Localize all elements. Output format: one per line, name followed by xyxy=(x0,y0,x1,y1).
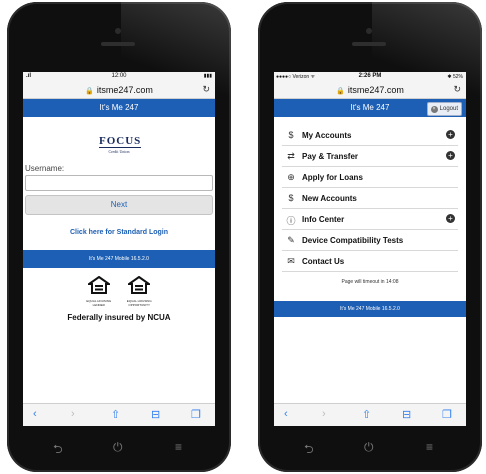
back-key-icon[interactable]: ⮌ xyxy=(53,440,63,461)
android-nav-keys: ⮌ ⏻ ≡ xyxy=(258,440,482,460)
session-timeout-text: Page will timeout in 14:08 xyxy=(341,279,399,285)
share-icon[interactable]: ⇧ xyxy=(111,408,120,421)
lock-icon: 🔒 xyxy=(85,88,94,95)
equal-housing-lender-logo: EQUAL HOUSING LENDER xyxy=(82,275,116,307)
contact-icon: ✉ xyxy=(287,256,295,266)
wrench-icon: ✎ xyxy=(287,235,295,245)
reload-icon[interactable]: ↻ xyxy=(453,84,461,95)
browser-toolbar: ‹ › ⇧ ⊟ ❐ xyxy=(274,403,466,426)
new-account-icon: $ xyxy=(288,193,294,203)
username-input[interactable] xyxy=(25,175,213,191)
expand-plus-icon[interactable]: + xyxy=(446,130,455,139)
url-text: itsme247.com xyxy=(347,85,404,95)
logo-sub: Credit Union xyxy=(108,149,130,154)
transfer-icon: ⇄ xyxy=(287,151,295,161)
address-bar[interactable]: 🔒 itsme247.com ↻ xyxy=(274,82,466,99)
eho-opportunity-text: EQUAL HOUSING OPPORTUNITY xyxy=(126,299,152,307)
earpiece-speaker xyxy=(101,42,135,46)
eho-lender-text: EQUAL HOUSING LENDER xyxy=(86,299,112,307)
menu-key-icon[interactable]: ≡ xyxy=(175,440,182,454)
logout-button[interactable]: × Logout xyxy=(426,102,462,116)
menu-key-icon[interactable]: ≡ xyxy=(426,440,433,454)
menu-item-device-tests[interactable]: ✎ Device Compatibility Tests xyxy=(282,230,458,251)
standard-login-link[interactable]: Click here for Standard Login xyxy=(23,229,215,236)
back-icon[interactable]: ‹ xyxy=(284,408,288,420)
version-bar: It's Me 247 Mobile 16.5.2.0 xyxy=(23,250,215,268)
main-menu: $ My Accounts + ⇄ Pay & Transfer + ⊕ App… xyxy=(274,117,466,272)
banner-title: It's Me 247 xyxy=(99,103,139,112)
dollar-icon: $ xyxy=(288,130,294,140)
address-bar[interactable]: 🔒 itsme247.com ↻ xyxy=(23,82,215,99)
phone-screen-menu: ●●●●○ Verizon ᯤ 2:26 PM ✱ 52% 🔒 itsme247.… xyxy=(274,72,466,426)
status-bar: .ıl 12:00 ▮▮▮ xyxy=(23,72,215,82)
status-time: 2:26 PM xyxy=(358,73,382,79)
menu-item-new-accounts[interactable]: $ New Accounts xyxy=(282,188,458,209)
browser-toolbar: ‹ › ⇧ ⊟ ❐ xyxy=(23,403,215,426)
battery-icon: ✱ 52% xyxy=(447,74,463,80)
equal-housing-logos: EQUAL HOUSING LENDER EQUAL HOUSING OPPOR… xyxy=(23,275,215,307)
equal-housing-opportunity-logo: EQUAL HOUSING OPPORTUNITY xyxy=(122,275,156,307)
focus-logo: FOCUS Credit Union xyxy=(99,131,142,154)
menu-item-label: Contact Us xyxy=(302,257,345,266)
menu-item-label: New Accounts xyxy=(302,194,357,203)
tabs-icon[interactable]: ❐ xyxy=(191,408,201,421)
menu-item-apply-loans[interactable]: ⊕ Apply for Loans xyxy=(282,167,458,188)
menu-item-label: Pay & Transfer xyxy=(302,152,359,161)
header-banner: It's Me 247 × Logout xyxy=(274,99,466,117)
reload-icon[interactable]: ↻ xyxy=(202,84,210,95)
loan-icon: ⊕ xyxy=(287,172,295,182)
menu-item-label: Device Compatibility Tests xyxy=(302,236,404,245)
menu-item-label: Apply for Loans xyxy=(302,173,363,182)
bookmarks-icon[interactable]: ⊟ xyxy=(151,408,160,421)
federally-insured-text: Federally insured by NCUA xyxy=(67,313,171,322)
status-time: 12:00 xyxy=(111,73,127,79)
earpiece-speaker xyxy=(352,42,386,46)
menu-item-label: Info Center xyxy=(302,215,345,224)
home-key-icon[interactable]: ⏻ xyxy=(364,440,374,455)
logout-label: Logout xyxy=(439,106,458,112)
home-key-icon[interactable]: ⏻ xyxy=(113,440,123,455)
forward-icon[interactable]: › xyxy=(71,408,75,420)
logo-word: FOCUS xyxy=(99,135,142,148)
header-banner: It's Me 247 xyxy=(23,99,215,117)
lock-icon: 🔒 xyxy=(336,88,345,95)
version-bar: It's Me 247 Mobile 16.5.2.0 xyxy=(274,301,466,317)
expand-plus-icon[interactable]: + xyxy=(446,214,455,223)
next-button[interactable]: Next xyxy=(25,195,213,215)
username-label: Username: xyxy=(25,164,65,173)
url-text: itsme247.com xyxy=(96,85,153,95)
status-bar: ●●●●○ Verizon ᯤ 2:26 PM ✱ 52% xyxy=(274,72,466,82)
close-icon: × xyxy=(430,106,438,113)
menu-item-contact-us[interactable]: ✉ Contact Us xyxy=(282,251,458,272)
phone-left: .ıl 12:00 ▮▮▮ 🔒 itsme247.com ↻ It's Me 24… xyxy=(7,2,231,472)
menu-item-pay-transfer[interactable]: ⇄ Pay & Transfer + xyxy=(282,146,458,167)
menu-item-my-accounts[interactable]: $ My Accounts + xyxy=(282,125,458,146)
menu-item-label: My Accounts xyxy=(302,131,352,140)
front-camera xyxy=(115,28,121,34)
battery-icon: ▮▮▮ xyxy=(203,73,212,79)
phone-right: ●●●●○ Verizon ᯤ 2:26 PM ✱ 52% 🔒 itsme247.… xyxy=(258,2,482,472)
tabs-icon[interactable]: ❐ xyxy=(442,408,452,421)
front-camera xyxy=(366,28,372,34)
banner-title: It's Me 247 xyxy=(350,103,390,112)
phone-screen-login: .ıl 12:00 ▮▮▮ 🔒 itsme247.com ↻ It's Me 24… xyxy=(23,72,215,426)
expand-plus-icon[interactable]: + xyxy=(446,151,455,160)
share-icon[interactable]: ⇧ xyxy=(362,408,371,421)
back-icon[interactable]: ‹ xyxy=(33,408,37,420)
info-icon: ⓘ xyxy=(286,216,296,226)
back-key-icon[interactable]: ⮌ xyxy=(304,440,314,461)
forward-icon[interactable]: › xyxy=(322,408,326,420)
bookmarks-icon[interactable]: ⊟ xyxy=(402,408,411,421)
menu-item-info-center[interactable]: ⓘ Info Center + xyxy=(282,209,458,230)
android-nav-keys: ⮌ ⏻ ≡ xyxy=(7,440,231,460)
